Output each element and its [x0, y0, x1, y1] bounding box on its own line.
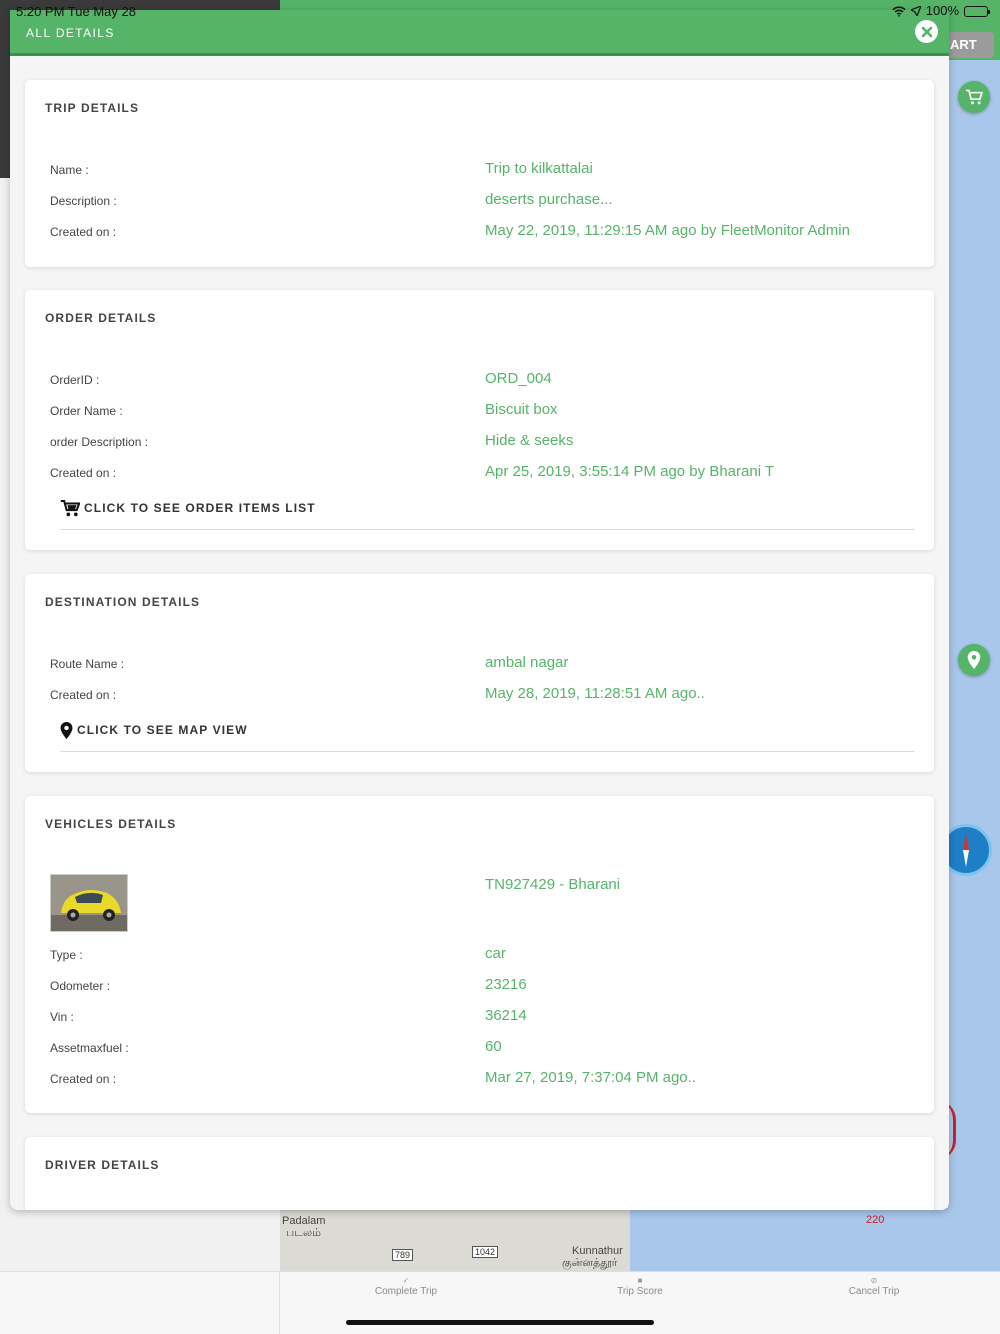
order-created-row: Created on : Apr 25, 2019, 3:55:14 PM ag…	[50, 463, 910, 483]
vehicle-created-row: Created on : Mar 27, 2019, 7:37:04 PM ag…	[50, 1069, 910, 1089]
cart-icon	[966, 89, 983, 105]
row-label: Type :	[50, 948, 83, 962]
map-marker-label: 220	[866, 1214, 885, 1226]
row-value: Trip to kilkattalai	[485, 160, 593, 177]
start-button[interactable]: ART	[946, 32, 994, 58]
battery-percent: 100%	[925, 3, 959, 18]
wifi-icon	[892, 5, 906, 17]
destination-created-row: Created on : May 28, 2019, 11:28:51 AM a…	[50, 685, 910, 705]
trip-description-row: Description : deserts purchase...	[50, 191, 910, 211]
row-label: Description :	[50, 194, 117, 208]
row-label: Created on :	[50, 225, 117, 239]
route-name-row: Route Name : ambal nagar	[50, 654, 910, 674]
row-value: 23216	[485, 976, 527, 993]
score-icon: ■	[637, 1276, 643, 1285]
row-value: 60	[485, 1038, 502, 1055]
row-value: car	[485, 945, 506, 962]
row-label: OrderID :	[50, 373, 100, 387]
row-label: Created on :	[50, 1072, 117, 1086]
row-label: Order Name :	[50, 404, 123, 418]
trip-details-title: TRIP DETAILS	[45, 101, 140, 115]
row-label: Created on :	[50, 688, 117, 702]
row-label: Created on :	[50, 466, 117, 480]
row-value: Biscuit box	[485, 401, 558, 418]
map-pin-icon	[60, 722, 73, 739]
order-name-row: Order Name : Biscuit box	[50, 401, 910, 421]
map-pin-icon	[967, 651, 981, 669]
map-strip[interactable]: Padalam படலம் 789 1042 Kunnathur குன்னத்…	[280, 1208, 1000, 1271]
row-value: Apr 25, 2019, 3:55:14 PM ago by Bharani …	[485, 463, 775, 480]
order-details-title: ORDER DETAILS	[45, 311, 157, 325]
row-value: Hide & seeks	[485, 432, 574, 449]
location-fab-button[interactable]	[958, 644, 990, 676]
row-value: 36214	[485, 1007, 527, 1024]
order-description-row: order Description : Hide & seeks	[50, 432, 910, 452]
vehicle-type-row: Type : car	[50, 945, 910, 965]
vehicle-photo	[50, 874, 128, 932]
vehicle-maxfuel-row: Assetmaxfuel : 60	[50, 1038, 910, 1058]
cancel-icon: ⊘	[870, 1276, 878, 1285]
vehicle-vin-row: Vin : 36214	[50, 1007, 910, 1027]
order-id-row: OrderID : ORD_004	[50, 370, 910, 390]
trip-created-row: Created on : May 22, 2019, 11:29:15 AM a…	[50, 222, 910, 242]
vehicle-odometer-row: Odometer : 23216	[50, 976, 910, 996]
map-water	[630, 1208, 1000, 1271]
road-shield-1042: 1042	[472, 1246, 499, 1258]
location-arrow-icon	[910, 6, 921, 16]
map-label-padalam-tamil: படலம்	[286, 1227, 321, 1239]
tab-bar-left-pane	[0, 1272, 280, 1334]
vehicles-details-card: VEHICLES DETAILS TN927429 - Bharani Type…	[25, 796, 934, 1113]
order-details-card: ORDER DETAILS OrderID : ORD_004 Order Na…	[25, 290, 934, 550]
trip-details-card: TRIP DETAILS Name : Trip to kilkattalai …	[25, 80, 934, 267]
tab-complete-trip-label: Complete Trip	[374, 1286, 438, 1297]
row-value: ORD_004	[485, 370, 552, 387]
battery-icon	[964, 5, 990, 17]
row-label: Assetmaxfuel :	[50, 1041, 129, 1055]
destination-details-card: DESTINATION DETAILS Route Name : ambal n…	[25, 574, 934, 772]
map-label-kunnathur-tamil: குன்னத்தூர்	[562, 1257, 618, 1269]
map-view-link[interactable]: CLICK TO SEE MAP VIEW	[60, 722, 915, 752]
cart-fab-button[interactable]	[958, 81, 990, 113]
modal-header: ALL DETAILS	[10, 10, 949, 56]
tab-complete-trip[interactable]: ✓ Complete Trip	[326, 1276, 486, 1297]
row-value: May 22, 2019, 11:29:15 AM ago by FleetMo…	[485, 222, 850, 239]
row-label: Vin :	[50, 1010, 74, 1024]
vehicle-name: TN927429 - Bharani	[485, 876, 621, 893]
row-label: order Description :	[50, 435, 149, 449]
tab-trip-score-label: Trip Score	[617, 1286, 663, 1297]
map-view-link-label: CLICK TO SEE MAP VIEW	[77, 723, 248, 737]
close-icon	[921, 26, 932, 37]
driver-details-card: DRIVER DETAILS	[25, 1137, 934, 1210]
compass-icon	[963, 833, 969, 867]
check-icon: ✓	[402, 1276, 410, 1285]
close-button[interactable]	[915, 20, 938, 43]
row-value: May 28, 2019, 11:28:51 AM ago..	[485, 685, 705, 702]
vehicles-details-title: VEHICLES DETAILS	[45, 817, 177, 831]
row-value: Mar 27, 2019, 7:37:04 PM ago..	[485, 1069, 696, 1086]
trip-name-row: Name : Trip to kilkattalai	[50, 160, 910, 180]
row-label: Odometer :	[50, 979, 111, 993]
row-value: ambal nagar	[485, 654, 569, 671]
all-details-modal: ALL DETAILS TRIP DETAILS Name : Trip to …	[10, 10, 949, 1210]
road-shield-789: 789	[392, 1249, 414, 1261]
destination-details-title: DESTINATION DETAILS	[45, 595, 201, 609]
modal-title: ALL DETAILS	[26, 26, 115, 40]
tab-cancel-trip-label: Cancel Trip	[848, 1286, 900, 1297]
map-label-padalam: Padalam	[282, 1215, 326, 1227]
row-label: Name :	[50, 163, 89, 177]
status-time: 5:20 PM Tue May 28	[16, 4, 136, 19]
map-label-kunnathur: Kunnathur	[572, 1245, 623, 1257]
modal-body[interactable]: TRIP DETAILS Name : Trip to kilkattalai …	[10, 56, 949, 1210]
row-value: deserts purchase...	[485, 191, 613, 208]
driver-details-title: DRIVER DETAILS	[45, 1158, 160, 1172]
order-items-link-label: CLICK TO SEE ORDER ITEMS LIST	[84, 501, 316, 515]
tab-trip-score[interactable]: ■ Trip Score	[560, 1276, 720, 1297]
row-label: Route Name :	[50, 657, 125, 671]
order-items-link[interactable]: CLICK TO SEE ORDER ITEMS LIST	[60, 500, 915, 530]
cart-icon	[60, 500, 80, 517]
status-indicators: 100%	[892, 3, 990, 18]
tab-cancel-trip[interactable]: ⊘ Cancel Trip	[794, 1276, 954, 1297]
home-indicator	[346, 1320, 654, 1325]
